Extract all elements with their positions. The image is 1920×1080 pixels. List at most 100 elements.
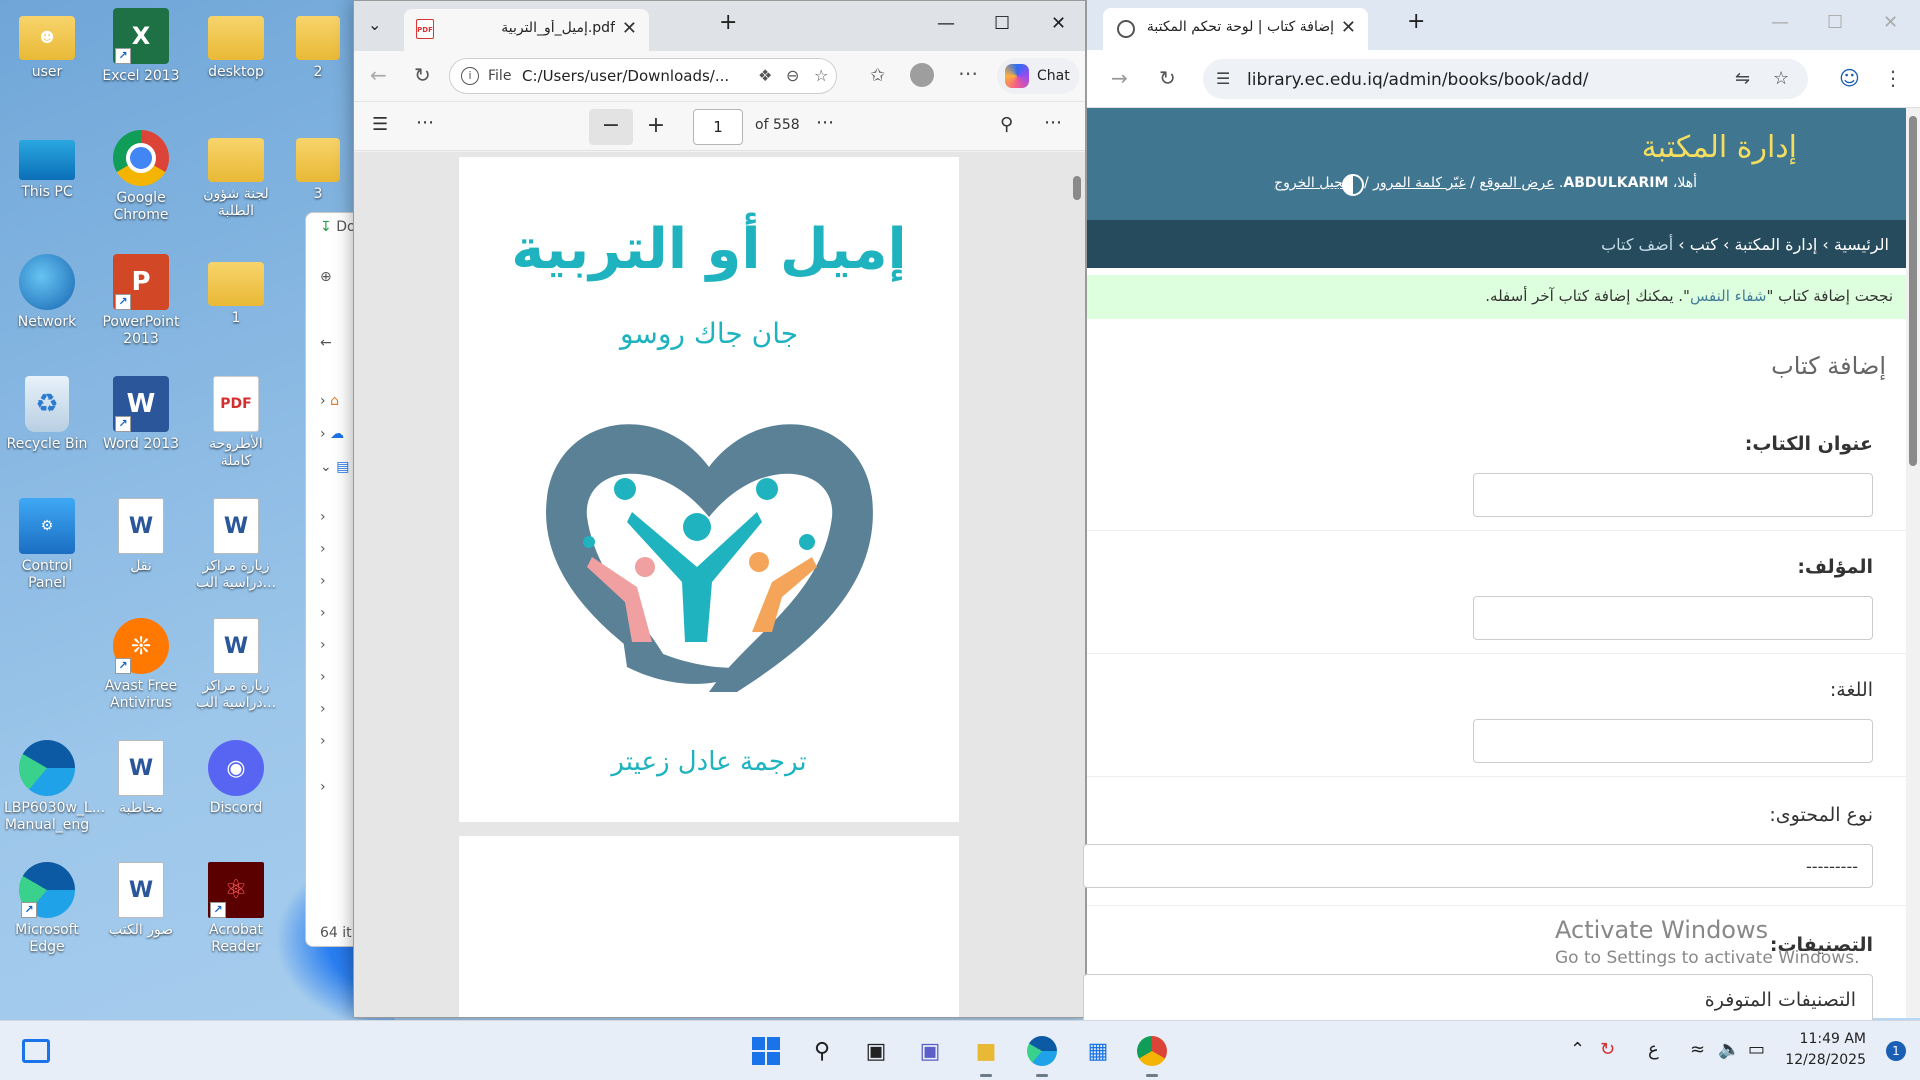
back-button[interactable]: ← [370,63,387,87]
refresh-button[interactable]: ↻ [1159,66,1176,90]
nav-item-child[interactable]: › [320,733,326,749]
contents-button[interactable]: ☰ [372,114,388,135]
view-site-link[interactable]: عرض الموقع [1479,175,1554,191]
maximize-button[interactable]: ☐ [1827,12,1843,33]
url-field[interactable]: i File C:/Users/user/Downloads/... ❖ ⊖ ☆ [449,58,837,94]
content-type-select[interactable]: --------- [1083,844,1873,888]
chrome-window[interactable]: إضافة كتاب | لوحة تحكم المكتبة ✕ + — ☐ ✕… [1083,0,1920,1034]
desktop-icon-word[interactable]: W ↗ Word 2013 [98,376,184,453]
favorites-button[interactable]: ✩ [870,65,885,86]
search-button[interactable]: ⚲ [1000,114,1013,135]
zoom-out-icon[interactable]: ⊖ [786,66,799,85]
profile-button[interactable]: ☺ [1839,66,1860,90]
widgets-button[interactable] [18,1033,54,1069]
desktop-icon-book-images[interactable]: W صور الكتب [98,862,184,939]
desktop-icon-excel[interactable]: X ↗ Excel 2013 [98,8,184,85]
theme-toggle-icon[interactable] [1342,174,1364,196]
nav-item-this-pc[interactable]: ⌄ ▤ [320,459,349,475]
tab-pdf[interactable]: PDF إميل_أو_التربية.pdf ✕ [404,9,649,51]
author-input[interactable] [1473,596,1873,640]
pdf-scrollbar[interactable] [1071,152,1081,1011]
nav-item-child[interactable]: › [320,541,326,557]
desktop-icon-thesis-pdf[interactable]: PDF الأطروحة كاملة [193,376,279,470]
input-language-indicator[interactable]: ع [1648,1039,1659,1060]
task-view-button[interactable]: ▣ [858,1033,894,1069]
desktop-icon-this-pc[interactable]: This PC [4,132,90,201]
close-tab-button[interactable]: ✕ [1341,17,1356,38]
nav-item-child[interactable]: › [320,701,326,717]
profile-button[interactable] [910,63,934,92]
zoom-out-button[interactable]: − [589,109,633,145]
desktop-icon-control-panel[interactable]: ⚙ Control Panel [4,498,90,592]
copilot-chat-button[interactable]: Chat [997,58,1079,94]
edge-pdf-window[interactable]: ⌄ PDF إميل_أو_التربية.pdf ✕ + — ☐ ✕ ← ↻ … [353,0,1086,1018]
pdf-menu-button[interactable]: ⋯ [1044,112,1062,133]
close-tab-button[interactable]: ✕ [622,18,637,39]
new-button[interactable]: ⊕ [320,269,332,285]
desktop-icon-desktop-folder[interactable]: desktop [193,8,279,81]
nav-item-child[interactable]: › [320,637,326,653]
nav-item-child[interactable]: › [320,669,326,685]
page-more-button[interactable]: ⋯ [816,112,834,133]
settings-menu-button[interactable]: ⋯ [958,61,978,85]
download-tab-label[interactable]: ↧ Do [320,219,356,235]
desktop-icon-folder-2[interactable]: 2 [288,8,348,81]
desktop-icon-naql[interactable]: W نقل [98,498,184,575]
desktop-icon-powerpoint[interactable]: P ↗ PowerPoint 2013 [98,254,184,348]
star-icon[interactable]: ☆ [1773,68,1789,89]
volume-icon[interactable]: 🔈 [1718,1039,1740,1060]
nav-item-child[interactable]: › [320,573,326,589]
teams-chat-button[interactable]: ▣ [912,1033,948,1069]
store-taskbar-button[interactable]: ▦ [1080,1033,1116,1069]
desktop-icon-lbp-manual[interactable]: LBP6030w_L... Manual_eng [4,740,105,834]
url-field[interactable]: ☰ library.ec.edu.iq/admin/books/book/add… [1203,59,1808,99]
chrome-menu-button[interactable]: ⋮ [1883,66,1903,90]
nav-item-network[interactable]: › [320,779,326,795]
sync-icon[interactable]: ↻ [1600,1039,1615,1060]
desktop-icon-network[interactable]: Network [4,254,90,331]
zoom-in-button[interactable]: + [635,109,677,145]
more-tools-button[interactable]: ⋯ [416,112,434,133]
forward-button[interactable]: → [1111,66,1128,90]
nav-item-onedrive[interactable]: › ☁ [320,426,344,442]
tab-add-book[interactable]: إضافة كتاب | لوحة تحكم المكتبة ✕ [1103,8,1368,50]
show-hidden-icons-button[interactable]: ⌃ [1570,1039,1585,1060]
edge-taskbar-button[interactable] [1024,1033,1060,1077]
desktop-icon-acrobat[interactable]: ⚛ ↗ Acrobat Reader [193,862,279,956]
maximize-button[interactable]: ☐ [994,13,1010,34]
tab-actions-button[interactable]: ⌄ [368,15,381,34]
desktop-icon-folder-1[interactable]: 1 [193,254,279,327]
minimize-button[interactable]: — [1771,12,1789,33]
notification-badge[interactable]: 1 [1886,1041,1906,1061]
nav-item-child[interactable]: › [320,509,326,525]
translate-icon[interactable]: ⇋ [1735,68,1750,89]
site-name[interactable]: إدارة المكتبة [1642,130,1797,165]
close-window-button[interactable]: ✕ [1883,12,1898,33]
refresh-button[interactable]: ↻ [414,63,431,87]
site-settings-icon[interactable]: ☰ [1216,69,1230,88]
chrome-taskbar-button[interactable] [1134,1033,1170,1077]
desktop-icon-edge[interactable]: ↗ Microsoft Edge [4,862,90,956]
desktop-icon-recycle-bin[interactable]: ♻ Recycle Bin [4,376,90,453]
desktop-icon-visit-doc-2[interactable]: W زيارة مراكز دراسية الب... [193,618,279,712]
breadcrumb-home[interactable]: الرئيسية [1834,235,1889,254]
minimize-button[interactable]: — [937,13,955,34]
page-scrollbar[interactable] [1906,108,1920,1018]
change-password-link[interactable]: غيّر كلمة المرور [1373,175,1466,191]
desktop-icon-discord[interactable]: ◉ Discord [193,740,279,817]
breadcrumb-app[interactable]: إدارة المكتبة [1734,235,1817,254]
close-window-button[interactable]: ✕ [1051,13,1066,34]
scroll-thumb[interactable] [1909,116,1917,466]
desktop-icon-avast[interactable]: ❊ ↗ Avast Free Antivirus [98,618,184,712]
breadcrumb-model[interactable]: كتب [1690,235,1718,254]
desktop-icon-chrome[interactable]: Google Chrome [98,130,184,224]
language-input[interactable] [1473,719,1873,763]
page-number-input[interactable]: 1 [693,109,743,145]
desktop-icon-visit-doc-1[interactable]: W زيارة مراكز دراسية الب... [193,498,279,592]
book-title-input[interactable] [1473,473,1873,517]
new-tab-button[interactable]: + [719,10,737,35]
nav-item-child[interactable]: › [320,605,326,621]
star-icon[interactable]: ☆ [814,66,828,85]
added-book-link[interactable]: شفاء النفس [1690,287,1767,305]
search-button[interactable]: ⚲ [804,1033,840,1069]
